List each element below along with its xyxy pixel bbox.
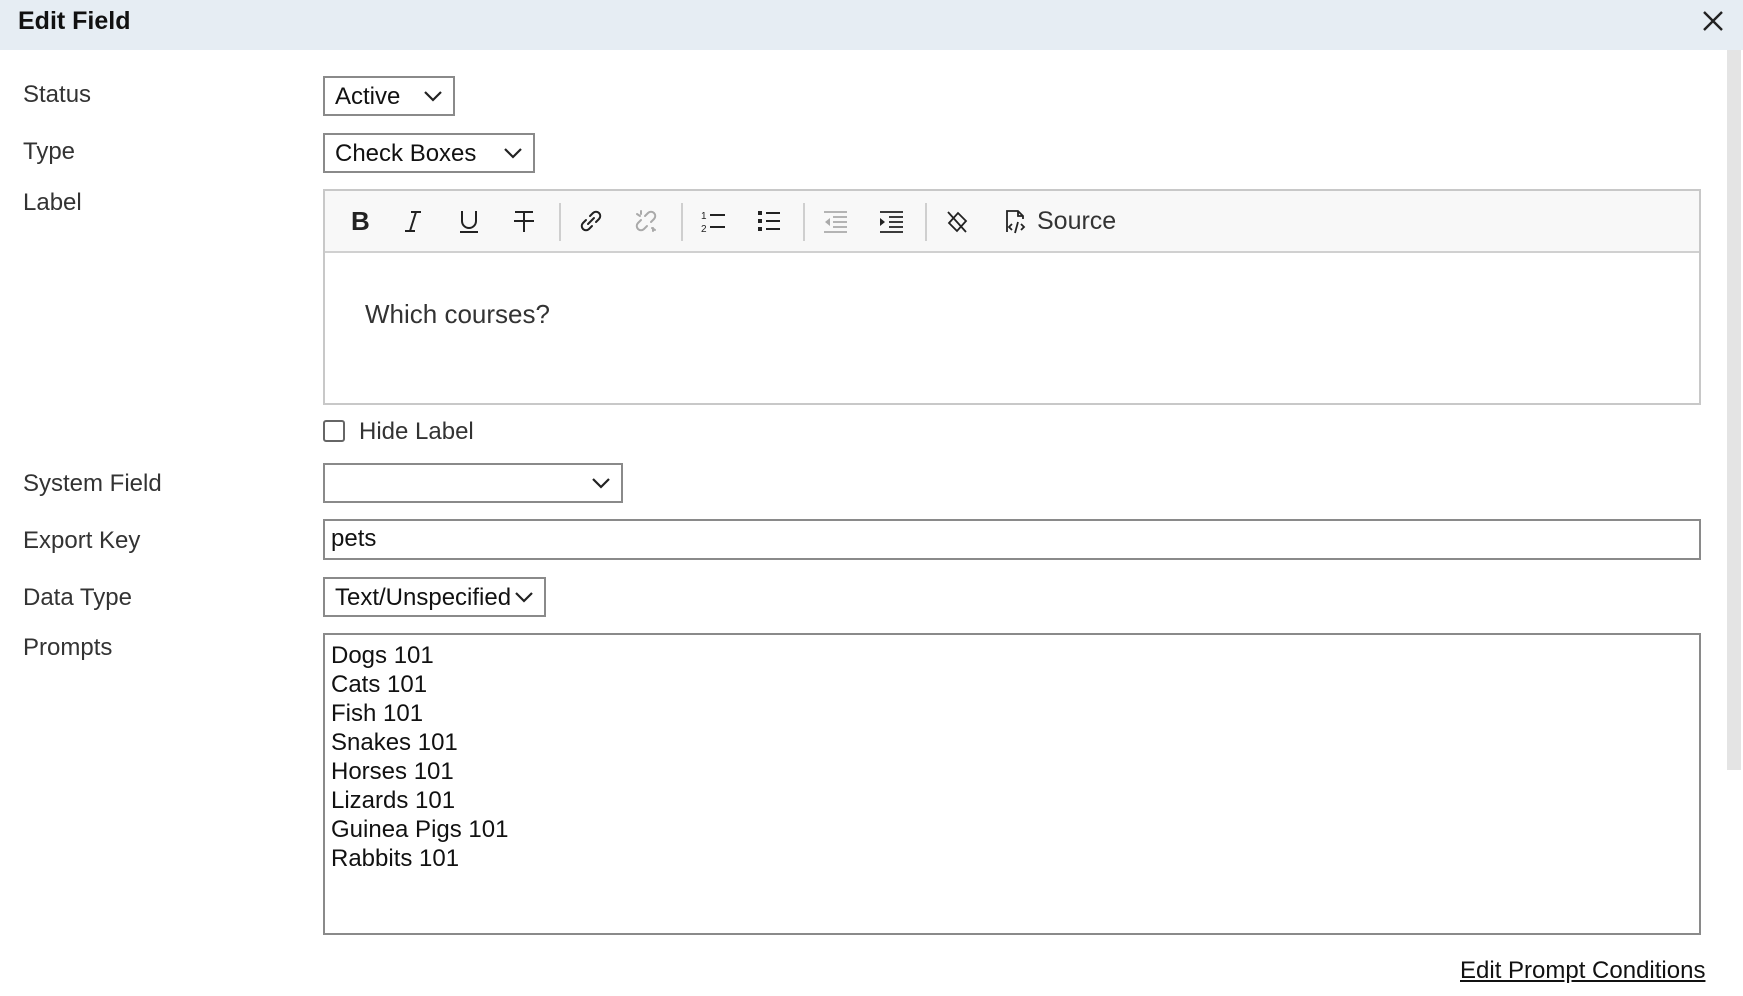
prompt-item: Lizards 101 [331,787,456,814]
type-select-value: Check Boxes [335,140,477,167]
prompts-label: Prompts [23,634,113,661]
editor-toolbar: B 12 Source [325,191,1699,253]
toolbar-separator [925,203,927,241]
hide-label-checkbox[interactable] [323,420,345,442]
status-label: Status [23,81,92,108]
outdent-icon[interactable] [815,201,855,241]
link-icon[interactable] [571,201,611,241]
svg-text:2: 2 [701,224,707,235]
source-label: Source [1037,206,1117,235]
chevron-down-icon [515,592,533,603]
numbered-list-icon[interactable]: 12 [693,201,733,241]
export-key-input[interactable]: pets [323,519,1701,560]
close-icon[interactable] [1700,8,1726,34]
data-type-select[interactable]: Text/Unspecified [323,577,546,617]
prompts-textarea[interactable]: Dogs 101 Cats 101 Fish 101 Snakes 101 Ho… [323,633,1701,935]
unlink-icon[interactable] [626,201,666,241]
scrollbar[interactable] [1725,50,1743,996]
label-rich-text-editor[interactable]: B 12 Source Which courses? [323,189,1701,405]
prompt-item: Cats 101 [331,671,428,698]
chevron-down-icon [504,148,522,159]
edit-prompt-conditions-link[interactable]: Edit Prompt Conditions [1460,957,1705,985]
system-field-select[interactable] [323,463,623,503]
status-select-value: Active [335,83,401,110]
underline-icon[interactable] [449,201,489,241]
bulleted-list-icon[interactable] [749,201,789,241]
dialog-titlebar: Edit Field [0,0,1743,50]
editor-content[interactable]: Which courses? [365,299,550,330]
svg-text:B: B [351,207,370,235]
toolbar-separator [681,203,683,241]
strikethrough-icon[interactable] [504,201,544,241]
source-button[interactable]: Source [1001,201,1116,241]
toolbar-separator [559,203,561,241]
prompt-item: Fish 101 [331,700,424,727]
hide-label-text: Hide Label [359,418,474,445]
toolbar-separator [803,203,805,241]
dialog-title: Edit Field [18,7,131,35]
type-select[interactable]: Check Boxes [323,133,535,173]
label-label: Label [23,189,82,216]
bold-icon[interactable]: B [338,201,378,241]
indent-icon[interactable] [871,201,911,241]
data-type-select-value: Text/Unspecified [335,584,512,611]
italic-icon[interactable] [393,201,433,241]
prompt-item: Rabbits 101 [331,845,460,872]
data-type-label: Data Type [23,584,132,611]
svg-text:1: 1 [701,211,707,222]
source-icon [1006,210,1026,234]
system-field-label: System Field [23,470,162,497]
status-select[interactable]: Active [323,76,455,116]
chevron-down-icon [424,91,442,102]
remove-format-icon[interactable] [937,201,977,241]
prompt-item: Horses 101 [331,758,454,785]
type-label: Type [23,138,76,165]
export-key-label: Export Key [23,527,141,554]
chevron-down-icon [592,478,610,489]
prompt-item: Snakes 101 [331,729,458,756]
prompt-item: Dogs 101 [331,642,434,669]
prompt-item: Guinea Pigs 101 [331,816,509,843]
scrollbar-thumb[interactable] [1727,50,1741,770]
